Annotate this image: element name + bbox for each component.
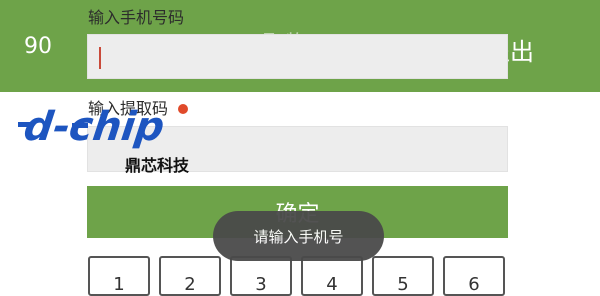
keypad-key-4[interactable]: 4: [301, 256, 363, 296]
keypad-key-6[interactable]: 6: [443, 256, 505, 296]
company-name: 鼎芯科技: [125, 156, 190, 175]
toast-message: 请输入手机号: [213, 211, 384, 261]
text-caret: [99, 47, 101, 69]
phone-input[interactable]: [88, 35, 507, 78]
keypad-key-1[interactable]: 1: [88, 256, 150, 296]
keypad-key-2[interactable]: 2: [159, 256, 221, 296]
countdown-timer: 90: [24, 34, 52, 59]
logo-red-dot: [178, 104, 188, 114]
logo-swoosh-right: [72, 123, 88, 128]
phone-label: 输入手机号码: [88, 8, 185, 27]
keypad-key-3[interactable]: 3: [230, 256, 292, 296]
svg-text:d-chip: d-chip: [17, 103, 172, 150]
phone-field[interactable]: [87, 34, 508, 79]
d-chip-logo: d-chip: [17, 103, 188, 150]
keypad-key-5[interactable]: 5: [372, 256, 434, 296]
logo-swoosh-left: [18, 122, 34, 127]
